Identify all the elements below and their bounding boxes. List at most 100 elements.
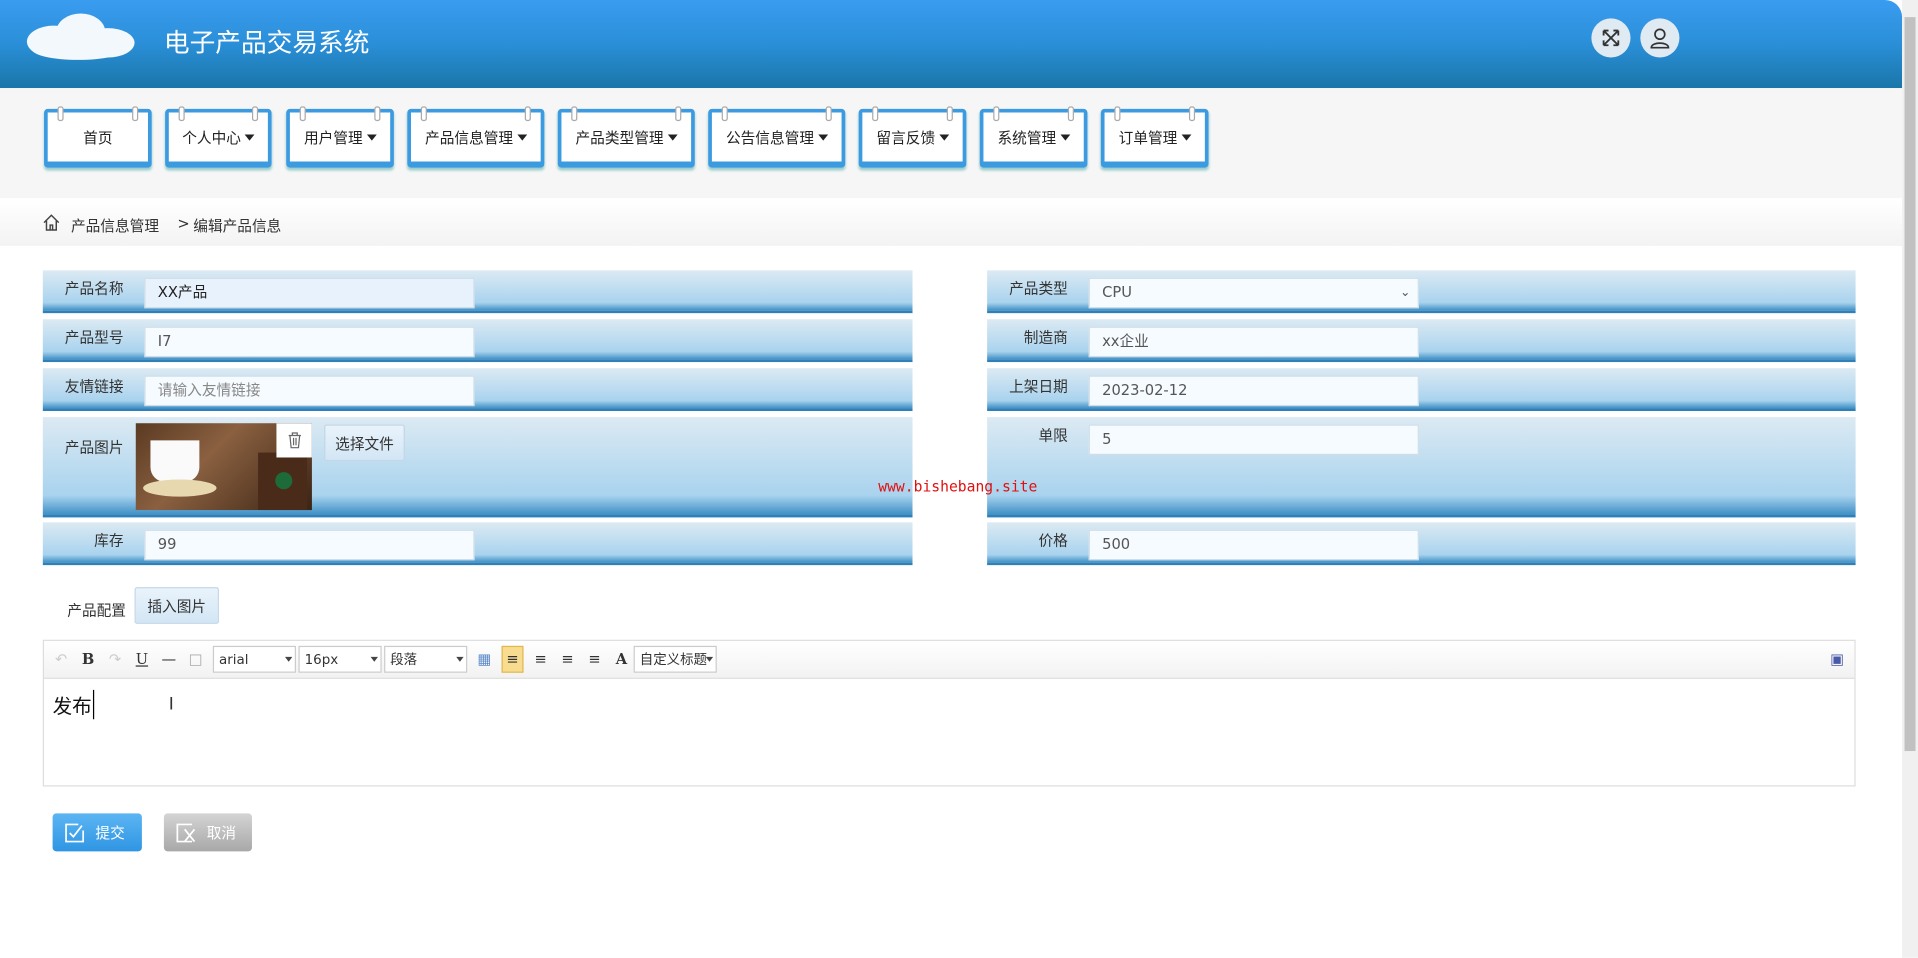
chevron-down-icon [938,133,949,141]
chevron-down-icon [456,656,464,662]
nav-label: 产品信息管理 [425,129,514,147]
nav-product-type[interactable]: 产品类型管理 [557,106,695,168]
stock-label: 库存 [94,532,124,550]
nav-personal-center[interactable]: 个人中心 [165,106,272,168]
link-label: 友情链接 [64,377,124,396]
font-color-icon[interactable]: A [612,651,632,668]
cancel-button[interactable]: 取消 [163,813,252,852]
table-icon[interactable]: ▦ [475,651,495,668]
cancel-label: 取消 [206,824,237,842]
fullscreen-editor-icon[interactable]: ▣ [1827,651,1847,668]
chevron-down-icon [244,133,255,141]
x-square-icon [176,822,196,842]
insert-image-button[interactable]: 插入图片 [134,587,219,624]
redo-icon[interactable]: ↷ [105,651,125,668]
limit-label: 单限 [1038,426,1068,445]
scrollbar-thumb[interactable] [1904,17,1916,752]
chevron-down-icon [667,133,678,141]
undo-icon[interactable]: ↶ [51,651,71,668]
underline-icon[interactable]: U [132,651,152,668]
header: 电子产品交易系统 [0,0,1903,89]
chevron-down-icon [516,133,527,141]
align-center-icon[interactable]: ≡ [558,651,578,668]
delete-image-button[interactable] [276,423,312,458]
limit-input[interactable]: 5 [1088,424,1419,456]
nav-label: 订单管理 [1118,129,1178,147]
nav-label: 公告信息管理 [725,129,815,147]
type-select[interactable]: CPU ⌄ [1088,277,1419,309]
chevron-down-icon [817,133,828,141]
nav-label: 首页 [83,129,113,147]
font-family-select[interactable]: arial [212,645,297,673]
chevron-down-icon [370,656,378,662]
maker-label: 制造商 [1023,329,1068,347]
stock-input[interactable]: 99 [144,529,475,561]
type-label: 产品类型 [1009,280,1068,298]
image-label: 产品图片 [64,439,124,457]
user-button[interactable] [1640,18,1680,58]
model-label: 产品型号 [64,329,124,347]
price-label: 价格 [1038,532,1068,550]
cloud-logo-icon [26,13,135,60]
editor-content[interactable]: 发布 [53,689,95,720]
bold-icon[interactable]: B [78,651,98,668]
link-input[interactable]: 请输入友情链接 [144,375,475,407]
nav-label: 用户管理 [303,129,363,147]
nav-system[interactable]: 系统管理 [979,106,1088,168]
config-label: 产品配置 [67,601,127,619]
align-justify-icon[interactable]: ≡ [585,651,605,668]
product-image [135,423,312,511]
editor-toolbar: ↶ B ↷ U — □ arial 16px 段落 ▦ ≡ ≡ ≡ ≡ A 自定… [44,640,1855,679]
text-cursor-icon: I [168,694,174,715]
submit-button[interactable]: 提交 [52,813,142,852]
breadcrumb-parent[interactable]: 产品信息管理 [71,215,159,236]
nav-product-info[interactable]: 产品信息管理 [407,106,545,168]
chevron-down-icon [1059,133,1070,141]
date-label: 上架日期 [1009,377,1068,396]
custom-heading-select[interactable]: 自定义标题 [633,645,717,673]
horizontal-rule-icon[interactable]: — [159,651,179,668]
breadcrumb: 产品信息管理 > 编辑产品信息 [0,199,1903,246]
trash-icon [288,432,301,449]
chevron-down-icon [1180,133,1191,141]
align-right-icon[interactable]: ≡ [531,651,551,668]
submit-label: 提交 [95,824,125,842]
align-left-icon[interactable]: ≡ [501,645,524,673]
font-family-value: arial [218,651,249,668]
type-select-value: CPU [1102,283,1132,301]
nav-label: 个人中心 [182,129,241,147]
breadcrumb-separator: > [177,215,190,233]
breadcrumb-current: 编辑产品信息 [193,217,282,235]
nav-label: 系统管理 [997,129,1057,147]
price-input[interactable]: 500 [1088,529,1419,561]
maker-input[interactable]: xx企业 [1088,326,1419,358]
app-title: 电子产品交易系统 [163,28,370,58]
nav-announcement[interactable]: 公告信息管理 [708,106,846,168]
custom-heading-value: 自定义标题 [639,651,708,668]
model-input[interactable]: I7 [144,326,475,358]
fullscreen-button[interactable] [1591,18,1631,58]
fullscreen-icon [1602,29,1620,47]
paragraph-value: 段落 [390,651,418,668]
chevron-down-icon: ⌄ [1400,286,1411,300]
watermark: www.bishebang.site [878,478,1038,496]
date-input[interactable]: 2023-02-12 [1088,375,1419,407]
nav-label: 产品类型管理 [575,129,664,147]
font-size-select[interactable]: 16px [298,645,382,673]
chevron-down-icon [285,656,293,662]
chevron-down-icon [705,656,714,662]
chevron-down-icon [366,133,377,141]
user-icon [1650,28,1670,49]
home-icon[interactable] [43,214,60,231]
nav-user-management[interactable]: 用户管理 [286,106,394,168]
nav-label: 留言反馈 [876,129,936,147]
nav-orders[interactable]: 订单管理 [1100,106,1209,168]
choose-file-button[interactable]: 选择文件 [324,424,405,462]
paragraph-select[interactable]: 段落 [384,645,468,673]
check-square-icon [65,822,85,842]
page-icon[interactable]: □ [186,651,206,668]
name-label: 产品名称 [64,280,124,298]
nav-feedback[interactable]: 留言反馈 [858,106,967,168]
nav-home[interactable]: 首页 [44,106,152,168]
name-input[interactable]: XX产品 [144,277,475,309]
